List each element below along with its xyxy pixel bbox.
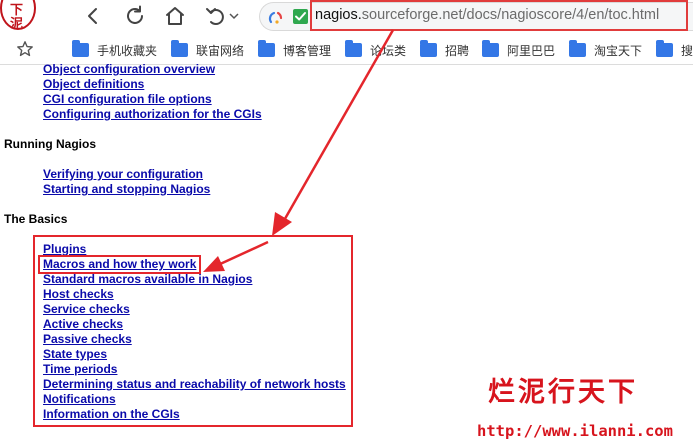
folder-icon <box>420 40 437 57</box>
bookmark-label: 阿里巴巴 <box>507 43 556 58</box>
bookmark-item[interactable]: 联宙网络 <box>171 40 244 60</box>
watermark-url: http://www.ilanni.com <box>477 422 673 440</box>
chevron-left-icon <box>88 8 97 24</box>
browser-window: 下泥 nagios.sourceforge.net/docs/nagioscor… <box>0 0 693 443</box>
bookmark-item[interactable]: 淘宝天下 <box>569 40 642 60</box>
bookmark-label: 淘宝天下 <box>594 43 643 58</box>
folder-icon <box>656 40 673 57</box>
section-heading-running: Running Nagios <box>4 137 96 151</box>
undo-icon <box>206 8 224 25</box>
bookmark-label: 论坛类 <box>370 43 407 58</box>
bookmark-label: 搜 <box>681 43 693 58</box>
bookmark-item[interactable]: 论坛类 <box>345 40 406 60</box>
toc-link[interactable]: Starting and stopping Nagios <box>43 182 210 196</box>
bookmark-item[interactable]: 手机收藏夹 <box>72 40 157 60</box>
browser-toolbar: 下泥 nagios.sourceforge.net/docs/nagioscor… <box>0 0 693 34</box>
reload-button[interactable] <box>122 3 148 29</box>
toc-link[interactable]: CGI configuration file options <box>43 92 212 106</box>
folder-icon <box>171 40 188 57</box>
url-path: sourceforge.net/docs/nagioscore/4/en/toc… <box>361 7 660 23</box>
url-domain: nagios. <box>315 7 362 23</box>
undo-button[interactable] <box>202 3 228 29</box>
folder-icon <box>72 40 89 57</box>
bookmark-item[interactable]: 博客管理 <box>258 40 331 60</box>
loading-icon <box>268 11 283 24</box>
site-logo: 下泥 <box>0 0 36 30</box>
undo-dropdown[interactable] <box>226 3 242 29</box>
bookmark-item[interactable]: 招聘 <box>420 40 469 60</box>
bookmarks-bar: 手机收藏夹 联宙网络 博客管理 论坛类 招聘 阿里巴巴 淘宝天下 搜 <box>0 34 693 65</box>
back-button[interactable] <box>80 3 106 29</box>
folder-icon <box>482 40 499 57</box>
home-icon <box>166 7 184 25</box>
toc-link[interactable]: Object configuration overview <box>43 62 215 76</box>
bookmark-item[interactable]: 阿里巴巴 <box>482 40 555 60</box>
folder-icon <box>569 40 586 57</box>
chevron-down-icon <box>229 13 239 20</box>
bookmark-label: 联宙网络 <box>196 43 245 58</box>
star-icon[interactable] <box>16 40 34 58</box>
bookmark-label: 手机收藏夹 <box>97 43 158 58</box>
secure-check-icon <box>293 9 308 24</box>
bookmark-item[interactable]: 搜 <box>656 40 693 60</box>
bookmark-label: 招聘 <box>445 43 470 58</box>
watermark-chinese: 烂泥行天下 <box>488 377 638 408</box>
toc-link[interactable]: Verifying your configuration <box>43 167 203 181</box>
address-url[interactable]: nagios.sourceforge.net/docs/nagioscore/4… <box>310 0 688 31</box>
logo-text: 下泥 <box>10 3 24 30</box>
annotation-box-macros <box>38 255 201 274</box>
home-button[interactable] <box>162 3 188 29</box>
section-heading-basics: The Basics <box>4 212 68 226</box>
folder-icon <box>258 40 275 57</box>
folder-icon <box>345 40 362 57</box>
toc-link[interactable]: Configuring authorization for the CGIs <box>43 107 262 121</box>
toc-link[interactable]: Object definitions <box>43 77 144 91</box>
reload-icon <box>127 5 143 24</box>
bookmark-label: 博客管理 <box>283 43 332 58</box>
